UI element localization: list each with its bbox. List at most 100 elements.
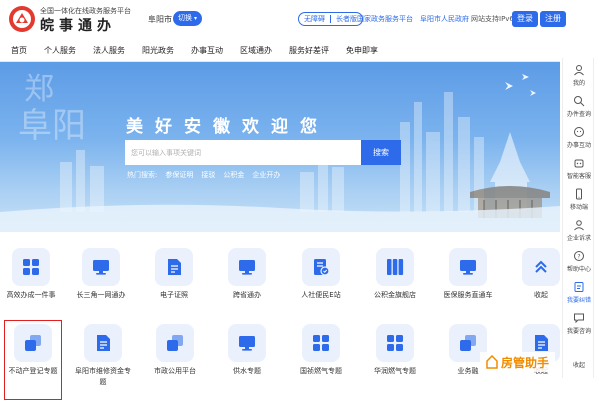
sidebar-label: 办事互动 [566,142,591,149]
services-collapse-button[interactable]: 收起 [510,248,572,301]
switch-label: 切换 [178,14,192,22]
layers-icon [167,335,183,351]
register-button[interactable]: 注册 [540,11,566,27]
hero-banner: 郑 阜阳 美好安徽欢迎您 搜索 热门搜索: 参保证明 接驳 公积金 企业开办 [0,62,560,232]
service-icon-box [84,324,122,362]
city-switch-button[interactable]: 切换 ▾ [173,11,203,26]
nav-open-government[interactable]: 阳光政务 [142,45,174,56]
search-button[interactable]: 搜索 [361,140,401,165]
sidebar-item-my[interactable]: 我的 [563,64,595,87]
service-label: 供水专题 [233,367,261,375]
sidebar-item-smart-service[interactable]: 智能客服 [563,157,595,180]
monitor-icon [93,260,109,275]
service-guozhen-gas[interactable]: 国祯燃气专题 [290,324,352,377]
service-label: 长三角一网通办 [76,291,126,299]
monitor-icon [239,336,255,351]
sidebar-label: 我的 [572,80,585,87]
service-icon-box [155,248,193,286]
nav-regional-services[interactable]: 区域通办 [240,45,272,56]
robot-icon [574,159,584,168]
sidebar-label: 收起 [572,362,585,369]
service-icon-box [156,324,194,362]
nav-interaction[interactable]: 办事互动 [191,45,223,56]
chevron-down-icon: ▾ [194,15,198,22]
service-china-resources-gas[interactable]: 华润燃气专题 [364,324,426,377]
sidebar-label: 移动端 [569,204,588,211]
hot-search-item[interactable]: 参保证明 [165,170,193,180]
service-icon-box [449,248,487,286]
service-label: 人社便民E站 [301,291,341,299]
monitor-icon [239,260,255,275]
hot-searches: 热门搜索: 参保证明 接驳 公积金 企业开办 [127,170,280,180]
service-yangtze-delta[interactable]: 长三角一网通办 [70,248,132,301]
chevron-up-icon [535,260,547,273]
watermark: 房管助手 [480,352,556,372]
interaction-icon [574,127,584,137]
hot-search-item[interactable]: 接驳 [201,170,215,180]
accessibility-toggle: 无障碍 长者版 [298,12,363,26]
service-icon-box [302,324,340,362]
house-icon [486,355,498,369]
id-card-icon [314,259,330,276]
service-icon-box [228,324,266,362]
nav-home[interactable]: 首页 [11,45,27,56]
service-maintenance-fund[interactable]: 阜阳市维修资金专题 [72,324,134,388]
service-icon-box [376,248,414,286]
accessibility-button[interactable]: 无障碍 [299,14,330,24]
service-icon-box [82,248,120,286]
city-name: 阜阳市 [148,15,172,24]
columns-icon [387,259,404,275]
service-label: 华润燃气专题 [374,367,416,375]
calligraphy-main: 阜阳 [18,106,86,146]
enterprise-icon [574,220,584,231]
service-label: 高效办成一件事 [6,291,56,299]
service-label: 收起 [534,291,548,299]
layers-icon [460,335,476,351]
national-platform-link[interactable]: 国家政务服务平台 [357,14,413,24]
document-icon [535,335,548,351]
service-label: 国祯燃气专题 [300,367,342,375]
nav-corporate-services[interactable]: 法人服务 [93,45,125,56]
search-input[interactable] [125,140,361,165]
sidebar-item-enterprise[interactable]: 企业诉求 [563,219,595,242]
login-button[interactable]: 登录 [512,11,538,27]
nav-service-rating[interactable]: 服务好差评 [289,45,329,56]
service-efficient-one-thing[interactable]: 高效办成一件事 [0,248,62,301]
service-medical-insurance[interactable]: 医保服务直通车 [437,248,499,301]
sidebar-label: 智能客服 [566,173,591,180]
ipv6-notice: 网站支持IPv6 [471,15,514,23]
selection-highlight [4,320,62,400]
sidebar-item-query[interactable]: 办件查询 [563,95,595,118]
sidebar-item-interaction[interactable]: 办事互动 [563,126,595,149]
sidebar-item-mobile[interactable]: 移动端 [563,188,595,211]
service-label: 市政公用平台 [154,367,196,375]
service-icon-box [302,248,340,286]
main-nav: 首页 个人服务 法人服务 阳光政务 办事互动 区域通办 服务好差评 免申即享 [0,40,560,62]
grid-icon [23,259,39,275]
service-municipal-utilities[interactable]: 市政公用平台 [144,324,206,377]
service-label: 公积金旗舰店 [374,291,416,299]
service-water-supply[interactable]: 供水专题 [216,324,278,377]
service-e-license[interactable]: 电子证照 [143,248,205,301]
correction-icon [574,282,584,292]
mobile-icon [576,188,582,200]
service-cross-province[interactable]: 跨省通办 [216,248,278,301]
service-label: 医保服务直通车 [443,291,493,299]
logo-icon[interactable] [8,5,36,33]
nav-personal-services[interactable]: 个人服务 [44,45,76,56]
hot-search-label: 热门搜索: [127,171,158,179]
calligraphy-top: 郑 [24,72,54,107]
logo-title[interactable]: 皖事通办 [40,15,116,35]
sidebar-label: 企业诉求 [566,235,591,242]
service-social-security-station[interactable]: 人社便民E站 [290,248,352,301]
user-icon [574,65,584,76]
service-housing-fund-store[interactable]: 公积金旗舰店 [364,248,426,301]
city-government-link[interactable]: 阜阳市人民政府 [420,14,469,24]
nav-no-application[interactable]: 免申即享 [346,45,378,56]
document-icon [97,335,110,351]
header: 全国一体化在线政务服务平台 皖事通办 阜阳市 切换 ▾ 无障碍 长者版 国家政务… [0,0,600,40]
hot-search-item[interactable]: 公积金 [223,170,244,180]
service-icon-box [228,248,266,286]
hot-search-item[interactable]: 企业开办 [252,170,280,180]
service-icon-box [12,248,50,286]
